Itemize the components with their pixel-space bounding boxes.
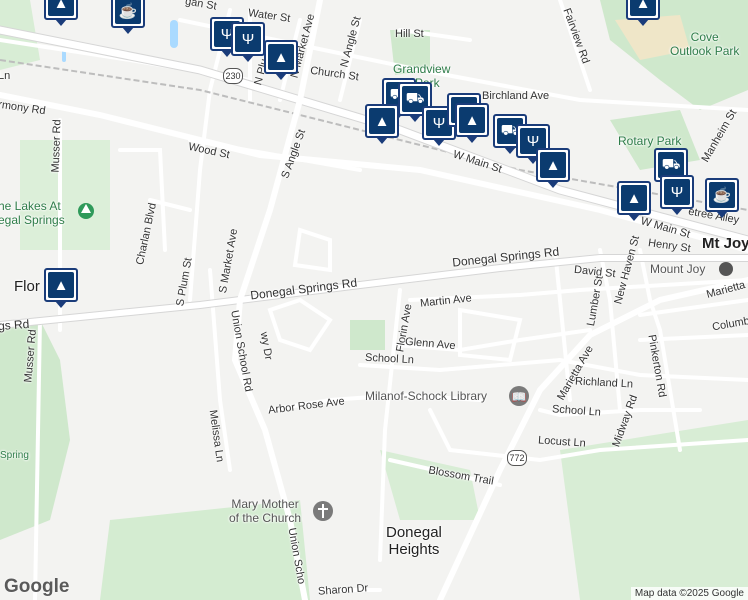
shopping-bag-marker[interactable]: ▲	[626, 0, 660, 26]
shopping-bag-marker[interactable]: ▲	[264, 40, 298, 80]
church-icon[interactable]	[313, 501, 333, 521]
shopping-bag-icon: ▲	[540, 152, 566, 178]
coffee-marker[interactable]: ☕	[111, 0, 145, 34]
place-label-mount-joy-station[interactable]: Mount Joy	[650, 262, 705, 276]
place-label-flor: Flor	[14, 278, 40, 295]
place-label-rotary-park[interactable]: Rotary Park	[618, 134, 681, 148]
restaurant-icon: Ψ	[235, 26, 261, 52]
shopping-bag-marker[interactable]: ▲	[365, 104, 399, 144]
place-label-donegal-heights: Donegal Heights	[386, 524, 442, 558]
park-areas	[0, 0, 748, 600]
train-station-icon[interactable]	[719, 262, 733, 276]
shopping-bag-icon: ▲	[369, 108, 395, 134]
map-canvas[interactable]: 📖	[0, 0, 748, 600]
route-230-shield: 230	[223, 68, 243, 84]
shopping-bag-marker[interactable]: ▲	[44, 0, 78, 26]
restaurant-marker[interactable]: Ψ	[660, 175, 694, 215]
shopping-bag-icon: ▲	[621, 185, 647, 211]
route-772-shield: 772	[507, 450, 527, 466]
street-label-springs-rd: gs Rd	[0, 316, 30, 334]
shopping-bag-marker[interactable]: ▲	[536, 148, 570, 188]
google-logo: Google	[4, 576, 70, 597]
shopping-bag-icon: ▲	[630, 0, 656, 16]
park-icon	[78, 203, 94, 219]
street-label-hill-st: Hill St	[395, 28, 424, 40]
place-label-mt-joy: Mt Joy	[702, 235, 748, 252]
place-label-grandview[interactable]: Grandview	[393, 62, 450, 76]
library-icon[interactable]: 📖	[509, 386, 529, 406]
street-label-ln: Ln	[0, 70, 11, 82]
svg-text:📖: 📖	[512, 390, 527, 404]
street-label-birchland-ave: Birchland Ave	[482, 90, 550, 102]
street-label-school-ln: School Ln	[364, 351, 415, 367]
street-label-musser-rd-north: Musser Rd	[49, 119, 64, 173]
place-label-spring: Spring	[0, 450, 29, 461]
coffee-marker[interactable]: ☕	[705, 178, 739, 218]
shopping-bag-marker[interactable]: ▲	[617, 181, 651, 221]
place-label-mary-mother-church[interactable]: Mary Mother of the Church	[229, 497, 301, 525]
restaurant-icon: Ψ	[664, 179, 690, 205]
restaurant-marker[interactable]: Ψ	[231, 22, 265, 62]
shopping-bag-marker[interactable]: ▲	[44, 268, 78, 308]
place-label-cove-outlook-park[interactable]: Cove Outlook Park	[670, 30, 739, 58]
shopping-bag-icon: ▲	[48, 272, 74, 298]
shopping-bag-icon: ▲	[268, 44, 294, 70]
shopping-bag-icon: ▲	[459, 107, 485, 133]
place-label-milanof-schock-library[interactable]: Milanof-Schock Library	[365, 389, 487, 403]
coffee-icon: ☕	[115, 0, 141, 24]
map-data-credit[interactable]: Map data ©2025 Google	[630, 587, 748, 600]
shopping-bag-icon: ▲	[48, 0, 74, 16]
shopping-bag-marker[interactable]: ▲	[455, 103, 489, 143]
coffee-icon: ☕	[709, 182, 735, 208]
place-label-lakes-at-donegal[interactable]: he Lakes At egal Springs	[0, 199, 65, 227]
